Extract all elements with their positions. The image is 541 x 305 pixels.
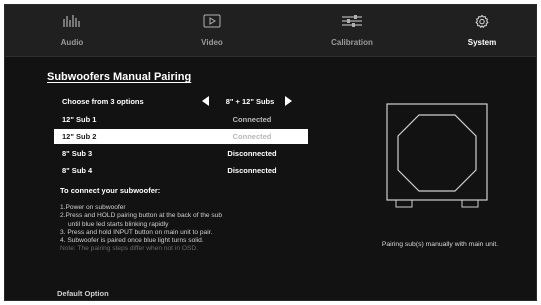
tab-system[interactable]: System (437, 5, 527, 57)
subwoofer-illustration (386, 103, 488, 215)
page-title: Subwoofers Manual Pairing (47, 71, 192, 83)
sub-option-chooser[interactable]: Choose from 3 options 8" + 12" Subs (54, 94, 308, 109)
chooser-label: Choose from 3 options (62, 97, 144, 106)
pairing-note: Note: The pairing steps differ when not … (60, 245, 198, 253)
tab-calibration[interactable]: Calibration (297, 5, 407, 57)
sub-status: Disconnected (227, 149, 277, 158)
instruction-steps: 1.Power on subwoofer 2.Press and HOLD pa… (60, 204, 222, 254)
sub-status: Connected (232, 115, 272, 124)
chooser-value: 8" + 12" Subs (225, 97, 275, 106)
equalizer-icon (17, 14, 127, 30)
sub-row-4[interactable]: 8" Sub 4 Disconnected (54, 163, 308, 178)
sub-label: 8" Sub 3 (62, 149, 93, 158)
sub-row-1[interactable]: 12" Sub 1 Connected (54, 112, 308, 127)
sub-status: Connected (232, 132, 272, 141)
top-navigation: Audio Video Calibration System (5, 5, 536, 57)
tab-video[interactable]: Video (157, 5, 267, 57)
settings-screen: Audio Video Calibration System Subwoofer… (4, 4, 537, 301)
chevron-right-icon[interactable] (284, 96, 292, 108)
tab-calibration-label: Calibration (331, 38, 373, 47)
sub-label: 12" Sub 2 (62, 132, 97, 141)
step-text: 2.Press and HOLD pairing button at the b… (60, 212, 223, 220)
tab-system-label: System (467, 38, 497, 47)
tab-audio[interactable]: Audio (17, 5, 127, 57)
sub-label: 8" Sub 4 (62, 166, 93, 175)
step-text: 1.Power on subwoofer (60, 204, 126, 211)
step-text: 4. Subwoofer is paired once blue light t… (60, 237, 204, 245)
step-text: 3. Press and hold INPUT button on main u… (60, 228, 213, 236)
illustration-caption: Pairing sub(s) manually with main unit. (381, 241, 499, 248)
instructions-title: To connect your subwoofer: (60, 186, 161, 195)
sub-status: Disconnected (227, 166, 277, 175)
sliders-icon (297, 14, 407, 30)
sub-row-2[interactable]: 12" Sub 2 Connected (54, 129, 308, 144)
chevron-left-icon[interactable] (202, 96, 210, 108)
tab-audio-label: Audio (60, 38, 84, 47)
sub-label: 12" Sub 1 (62, 115, 97, 124)
default-option-button[interactable]: Default Option (57, 289, 109, 298)
gear-icon (437, 14, 527, 30)
play-icon (157, 14, 267, 30)
tab-video-label: Video (201, 38, 223, 47)
step-text: until blue led starts blinking rapidly (68, 220, 169, 228)
sub-row-3[interactable]: 8" Sub 3 Disconnected (54, 146, 308, 161)
